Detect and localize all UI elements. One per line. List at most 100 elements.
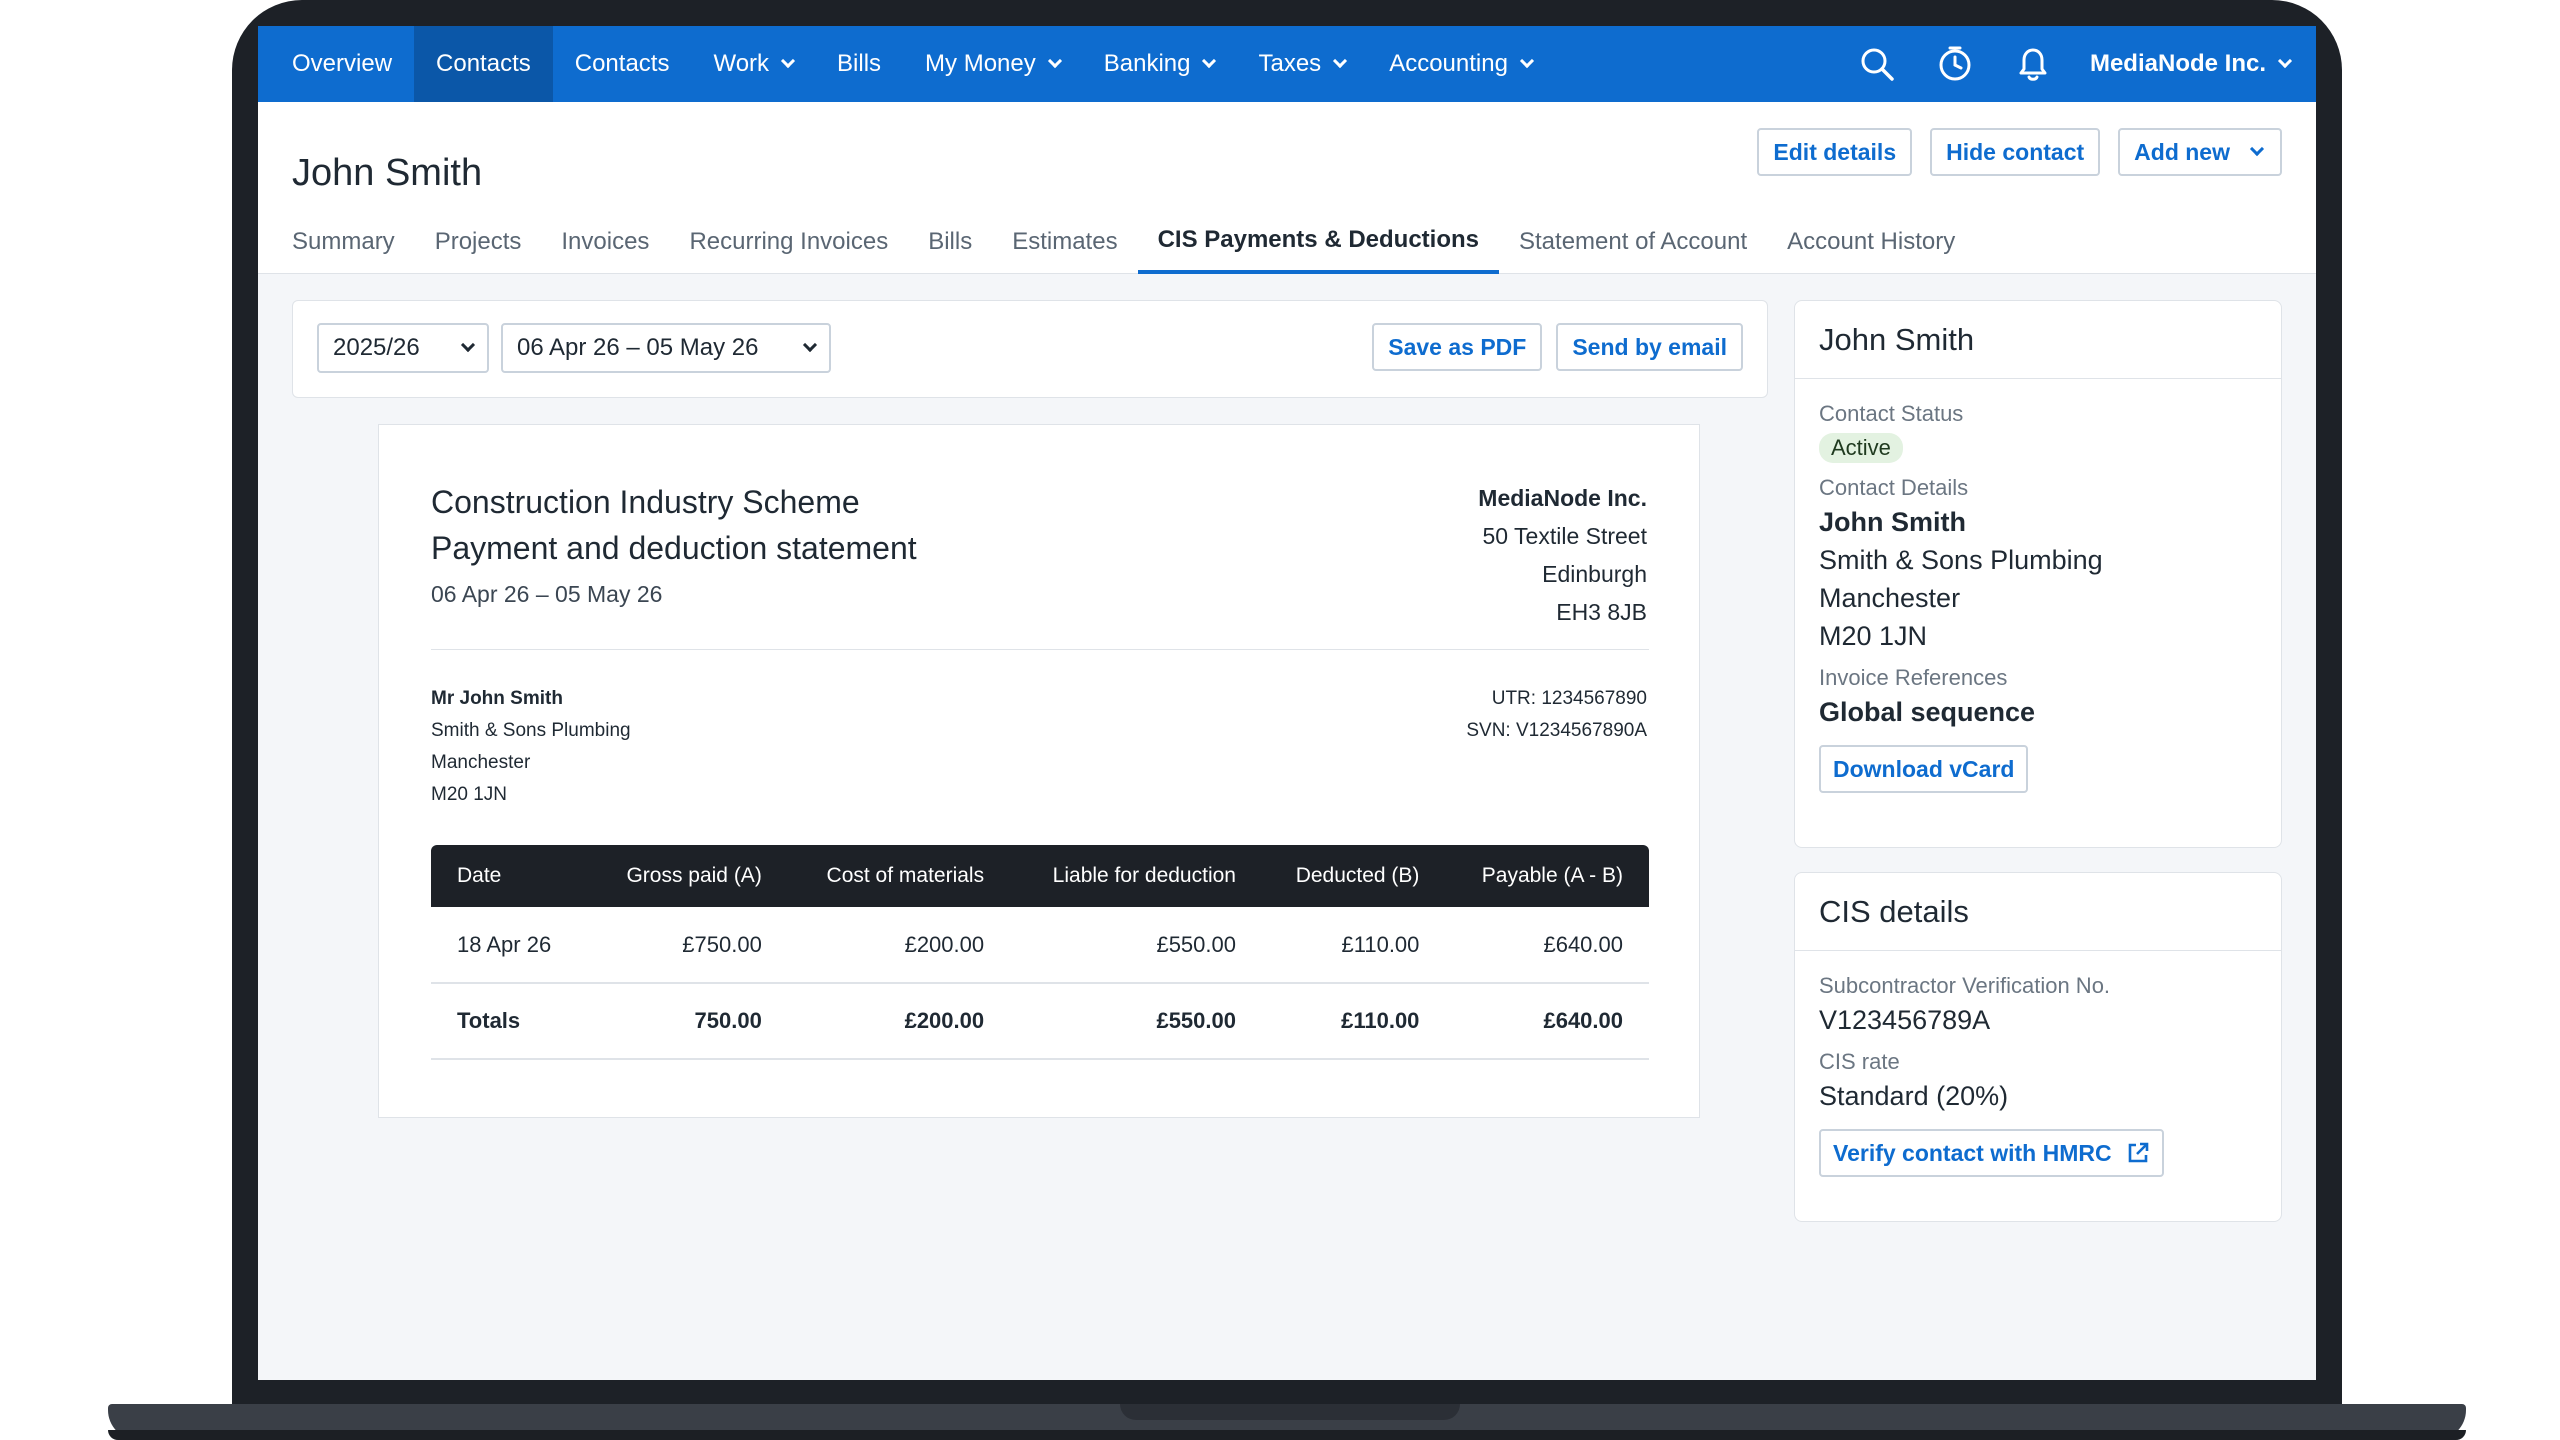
cell-date: 18 Apr 26	[431, 907, 591, 984]
nav-label: Bills	[837, 50, 882, 77]
nav-label: Accounting	[1389, 50, 1508, 77]
cell-payable: £640.00	[1445, 907, 1649, 984]
cell-gross-paid: £750.00	[591, 907, 788, 984]
contact-card: John Smith Contact Status Active Contact…	[1794, 300, 2282, 848]
chevron-down-icon	[1333, 53, 1348, 69]
total-gross-paid: 750.00	[591, 983, 788, 1060]
cis-card-body: Subcontractor Verification No. V12345678…	[1795, 951, 2281, 1177]
total-payable: £640.00	[1445, 983, 1649, 1060]
nav-contacts-active[interactable]: Contacts	[414, 26, 553, 102]
header-actions: Edit details Hide contact Add new	[1757, 128, 2282, 176]
tab-statement-of-account[interactable]: Statement of Account	[1499, 210, 1767, 274]
contractor-city: Edinburgh	[1542, 561, 1647, 587]
contact-details-company: Smith & Sons Plumbing	[1819, 545, 2103, 575]
contact-details-postcode: M20 1JN	[1819, 621, 1928, 651]
totals-row: Totals 750.00 £200.00 £550.00 £110.00 £6…	[431, 983, 1649, 1060]
verify-hmrc-label: Verify contact with HMRC	[1833, 1139, 2112, 1166]
nav-taxes[interactable]: Taxes	[1236, 26, 1367, 102]
period-select[interactable]: 06 Apr 26 – 05 May 26	[501, 323, 831, 373]
nav-bills[interactable]: Bills	[815, 26, 903, 102]
contact-details-city: Manchester	[1819, 583, 1961, 613]
contact-header: John Smith Edit details Hide contact Add…	[258, 102, 2316, 274]
nav-right: MediaNode Inc.	[1838, 26, 2316, 102]
tab-recurring-invoices[interactable]: Recurring Invoices	[669, 210, 908, 274]
search-icon[interactable]	[1838, 26, 1916, 102]
invoice-references-value: Global sequence	[1819, 697, 2036, 727]
add-new-button[interactable]: Add new	[2118, 128, 2282, 176]
nav-label: Contacts	[574, 50, 670, 77]
laptop-base-shadow	[108, 1430, 2466, 1440]
chevron-down-icon	[1519, 53, 1535, 69]
edit-details-button[interactable]: Edit details	[1757, 128, 1913, 176]
subcontractor-postcode: M20 1JN	[431, 784, 508, 805]
app-screen: Overview Contacts Contacts Work Bills My…	[258, 26, 2316, 1380]
cis-rate-value: Standard (20%)	[1819, 1081, 2009, 1111]
col-liable-for-deduction: Liable for deduction	[1010, 845, 1262, 907]
timer-icon[interactable]	[1916, 26, 1994, 102]
send-email-button[interactable]: Send by email	[1556, 323, 1743, 371]
statement-actions: Save as PDF Send by email	[1372, 323, 1743, 371]
bell-icon[interactable]	[1994, 26, 2072, 102]
statement-title: Construction Industry Scheme Payment and…	[431, 479, 917, 571]
chevron-down-icon	[1047, 53, 1062, 69]
download-vcard-button[interactable]: Download vCard	[1819, 745, 2029, 793]
tax-year-value: 2025/26	[333, 334, 420, 361]
cis-rate-label: CIS rate	[1819, 1049, 1900, 1074]
nav-my-money[interactable]: My Money	[903, 26, 1082, 102]
status-badge: Active	[1819, 433, 1903, 463]
tab-account-history[interactable]: Account History	[1767, 210, 1975, 274]
tab-projects[interactable]: Projects	[415, 210, 542, 274]
cis-details-card: CIS details Subcontractor Verification N…	[1794, 872, 2282, 1222]
tab-estimates[interactable]: Estimates	[992, 210, 1137, 274]
total-cost-of-materials: £200.00	[787, 983, 1011, 1060]
save-pdf-button[interactable]: Save as PDF	[1372, 323, 1543, 371]
company-name: MediaNode Inc.	[2089, 50, 2266, 77]
utr-number: UTR: 1234567890	[1491, 688, 1647, 709]
contractor-name: MediaNode Inc.	[1478, 485, 1647, 511]
chevron-down-icon	[780, 53, 796, 69]
tab-bills[interactable]: Bills	[908, 210, 992, 274]
statement-period: 06 Apr 26 – 05 May 26	[431, 581, 663, 607]
laptop-notch	[1120, 1404, 1460, 1420]
nav-work[interactable]: Work	[691, 26, 815, 102]
col-payable: Payable (A - B)	[1445, 845, 1649, 907]
svn-value: V123456789A	[1819, 1005, 1991, 1035]
add-new-label: Add new	[2134, 138, 2230, 165]
contact-details-name: John Smith	[1819, 507, 1966, 537]
chevron-down-icon	[460, 337, 476, 353]
nav-label: Contacts	[436, 50, 531, 77]
svn-number: SVN: V1234567890A	[1466, 720, 1647, 741]
nav-overview[interactable]: Overview	[258, 26, 414, 102]
total-liable: £550.00	[1010, 983, 1262, 1060]
statement-title-line2: Payment and deduction statement	[431, 530, 917, 566]
col-date: Date	[431, 845, 591, 907]
nav-banking[interactable]: Banking	[1082, 26, 1237, 102]
payments-table: Date Gross paid (A) Cost of materials Li…	[431, 845, 1649, 1060]
col-gross-paid: Gross paid (A)	[591, 845, 788, 907]
nav-accounting[interactable]: Accounting	[1367, 26, 1554, 102]
period-value: 06 Apr 26 – 05 May 26	[517, 334, 759, 361]
chevron-down-icon	[2249, 141, 2265, 157]
subcontractor-city: Manchester	[431, 752, 531, 773]
tax-year-select[interactable]: 2025/26	[317, 323, 489, 373]
tab-cis-payments[interactable]: CIS Payments & Deductions	[1137, 210, 1499, 274]
subcontractor-company: Smith & Sons Plumbing	[431, 720, 631, 741]
chevron-down-icon	[802, 337, 818, 353]
cell-deducted: £110.00	[1261, 907, 1446, 984]
tab-invoices[interactable]: Invoices	[541, 210, 669, 274]
cell-liable: £550.00	[1010, 907, 1262, 984]
nav-contacts[interactable]: Contacts	[553, 26, 692, 102]
verify-hmrc-button[interactable]: Verify contact with HMRC	[1819, 1129, 2164, 1177]
subcontractor-name: Mr John Smith	[431, 688, 563, 709]
chevron-down-icon	[1202, 53, 1217, 69]
tab-summary[interactable]: Summary	[292, 210, 415, 274]
hide-contact-button[interactable]: Hide contact	[1930, 128, 2101, 176]
contact-card-body: Contact Status Active Contact Details Jo…	[1795, 379, 2281, 793]
invoice-references-label: Invoice References	[1819, 665, 2008, 690]
cis-statement: Construction Industry Scheme Payment and…	[378, 424, 1700, 1118]
company-menu[interactable]: MediaNode Inc.	[2072, 50, 2316, 78]
nav-label: Taxes	[1258, 50, 1322, 77]
